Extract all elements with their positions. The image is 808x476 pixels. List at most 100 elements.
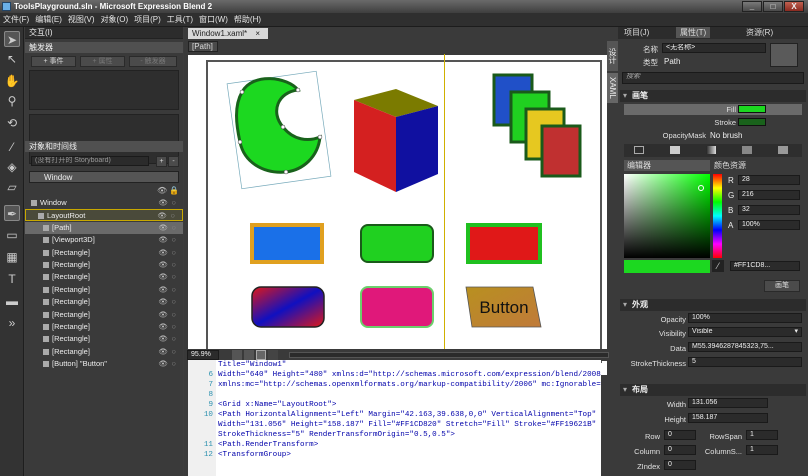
document-tab[interactable]: Window1.xaml* × xyxy=(188,28,268,39)
menu-object[interactable]: 对象(O) xyxy=(98,13,132,26)
breadcrumb[interactable]: [Path] xyxy=(188,41,218,52)
eye-icon[interactable]: 👁 xyxy=(158,296,168,308)
zindex-field[interactable]: 0 xyxy=(664,460,696,470)
fill-row[interactable]: Fill xyxy=(624,104,802,115)
maximize-button[interactable]: □ xyxy=(763,1,783,12)
tree-item[interactable]: LayoutRoot 👁 ○ xyxy=(25,209,183,222)
eye-icon[interactable]: 👁 xyxy=(158,234,168,246)
solid-brush-icon[interactable] xyxy=(670,146,680,154)
tree-item[interactable]: [Rectangle] 👁 ○ xyxy=(25,284,183,296)
camera-orbit-tool-icon[interactable]: ⟲ xyxy=(4,115,20,131)
snap-lines-icon[interactable] xyxy=(244,350,254,360)
eye-icon[interactable]: 👁 xyxy=(158,259,168,271)
lock-icon[interactable]: ○ xyxy=(171,284,176,296)
no-brush-icon[interactable] xyxy=(634,146,644,154)
lock-icon[interactable]: ○ xyxy=(171,247,176,259)
lock-icon[interactable]: ○ xyxy=(171,222,176,234)
snap-grid-icon[interactable] xyxy=(232,350,242,360)
pan-tool-icon[interactable]: ✋ xyxy=(4,73,20,89)
storyboard-select[interactable]: (没有打开的 Storyboard) xyxy=(31,156,149,166)
window-scope[interactable]: Window xyxy=(29,171,179,183)
gradient-brush-icon[interactable] xyxy=(706,146,716,154)
row-field[interactable]: 0 xyxy=(664,430,696,440)
lock-icon[interactable]: ○ xyxy=(171,309,176,321)
xaml-editor[interactable]: 6 7 8 9 10 11 12 Title="Window1" Width="640" He… xyxy=(188,360,601,476)
tree-item[interactable]: [Rectangle] 👁 ○ xyxy=(25,346,183,358)
tile-brush-icon[interactable] xyxy=(742,146,752,154)
add-storyboard-button[interactable]: + xyxy=(156,156,167,167)
rectangle-tool-icon[interactable]: ▭ xyxy=(4,227,20,243)
hue-slider[interactable] xyxy=(713,174,722,258)
stroke-row[interactable]: Stroke xyxy=(624,117,802,128)
minimize-button[interactable]: _ xyxy=(742,1,762,12)
button-tool-icon[interactable]: ▬ xyxy=(4,293,20,309)
tree-item[interactable]: [Rectangle] 👁 ○ xyxy=(25,296,183,308)
direct-selection-tool-icon[interactable]: ↖ xyxy=(4,51,20,67)
lock-icon[interactable]: ○ xyxy=(171,321,176,333)
delete-trigger-button[interactable]: - 触发器 xyxy=(129,56,177,67)
menu-file[interactable]: 文件(F) xyxy=(0,13,32,26)
tree-item[interactable]: [Rectangle] 👁 ○ xyxy=(25,259,183,271)
design-view-tab[interactable]: 设计 xyxy=(607,41,618,71)
artboard[interactable]: Button xyxy=(188,54,607,375)
channel-field[interactable]: 216 xyxy=(738,190,800,200)
appearance-section-header[interactable]: 外观 xyxy=(620,299,806,311)
grid-tool-icon[interactable]: ▦ xyxy=(4,249,20,265)
add-event-button[interactable]: + 事件 xyxy=(31,56,76,67)
menu-view[interactable]: 视图(V) xyxy=(65,13,98,26)
eye-icon[interactable]: 👁 xyxy=(158,346,168,358)
stroke-thickness-field[interactable]: 5 xyxy=(688,357,802,367)
selection-tool-icon[interactable]: ➤ xyxy=(4,31,20,47)
zoom-tool-icon[interactable]: ⚲ xyxy=(4,93,20,109)
eye-icon[interactable]: 👁 xyxy=(158,309,168,321)
resource-brush-icon[interactable] xyxy=(778,146,788,154)
columnspan-field[interactable]: 1 xyxy=(746,445,778,455)
channel-field[interactable]: 100% xyxy=(738,220,800,230)
brushes-section-header[interactable]: 画笔 xyxy=(620,90,806,102)
visibility-dropdown[interactable]: Visible ▾ xyxy=(688,327,802,337)
lock-icon[interactable]: ○ xyxy=(171,358,176,370)
tree-item[interactable]: [Rectangle] 👁 ○ xyxy=(25,309,183,321)
delete-storyboard-button[interactable]: - xyxy=(168,156,179,167)
lock-icon[interactable]: ○ xyxy=(170,210,175,222)
tab-properties[interactable]: 属性(T) xyxy=(676,27,711,38)
eye-icon[interactable]: 👁 xyxy=(157,210,167,222)
name-field[interactable]: <无名称> xyxy=(662,43,766,53)
eyedropper-icon[interactable]: ⁄ xyxy=(712,260,724,272)
effects-toggle-icon[interactable] xyxy=(256,350,266,360)
tab-resources[interactable]: 资源(R) xyxy=(742,27,777,38)
lock-icon[interactable]: ○ xyxy=(171,346,176,358)
menu-window[interactable]: 窗口(W) xyxy=(196,13,231,26)
zoom-field[interactable]: 95.9% xyxy=(187,350,219,360)
editor-tab[interactable]: 编辑器 xyxy=(624,160,710,171)
layout-section-header[interactable]: 布局 xyxy=(620,384,806,396)
eye-icon[interactable]: 👁 xyxy=(158,284,168,296)
convert-brush-button[interactable]: 画笔 xyxy=(764,280,800,292)
eye-icon[interactable]: 👁 xyxy=(158,197,168,209)
window-design-surface[interactable]: Button xyxy=(206,54,602,370)
lock-icon[interactable]: ○ xyxy=(171,234,176,246)
menu-tools[interactable]: 工具(T) xyxy=(164,13,196,26)
menu-edit[interactable]: 编辑(E) xyxy=(32,13,65,26)
eye-icon[interactable]: 👁 xyxy=(158,271,168,283)
asset-library-icon[interactable]: » xyxy=(4,315,20,331)
triggers-list[interactable] xyxy=(29,70,179,110)
close-tab-icon[interactable]: × xyxy=(255,29,260,38)
eye-icon[interactable]: 👁 xyxy=(158,247,168,259)
button-text[interactable]: Button xyxy=(468,298,540,318)
eye-icon[interactable]: 👁 xyxy=(158,358,168,370)
tree-item[interactable]: [Rectangle] 👁 ○ xyxy=(25,271,183,283)
tree-item[interactable]: [Viewport3D] 👁 ○ xyxy=(25,234,183,246)
lock-icon[interactable]: ○ xyxy=(171,259,176,271)
fill-swatch[interactable] xyxy=(738,105,766,113)
lock-icon[interactable]: ○ xyxy=(171,333,176,345)
eyedropper-tool-icon[interactable]: ⁄ xyxy=(4,139,20,155)
channel-field[interactable]: 32 xyxy=(738,205,800,215)
eye-icon[interactable]: 👁 xyxy=(158,222,168,234)
stroke-swatch[interactable] xyxy=(738,118,766,126)
data-field[interactable]: M55.3946287845323,75... xyxy=(688,342,802,352)
brush-transform-tool-icon[interactable]: ▱ xyxy=(4,179,20,195)
tree-item[interactable]: [Rectangle] 👁 ○ xyxy=(25,321,183,333)
textblock-tool-icon[interactable]: T xyxy=(4,271,20,287)
eye-icon[interactable]: 👁 xyxy=(158,333,168,345)
